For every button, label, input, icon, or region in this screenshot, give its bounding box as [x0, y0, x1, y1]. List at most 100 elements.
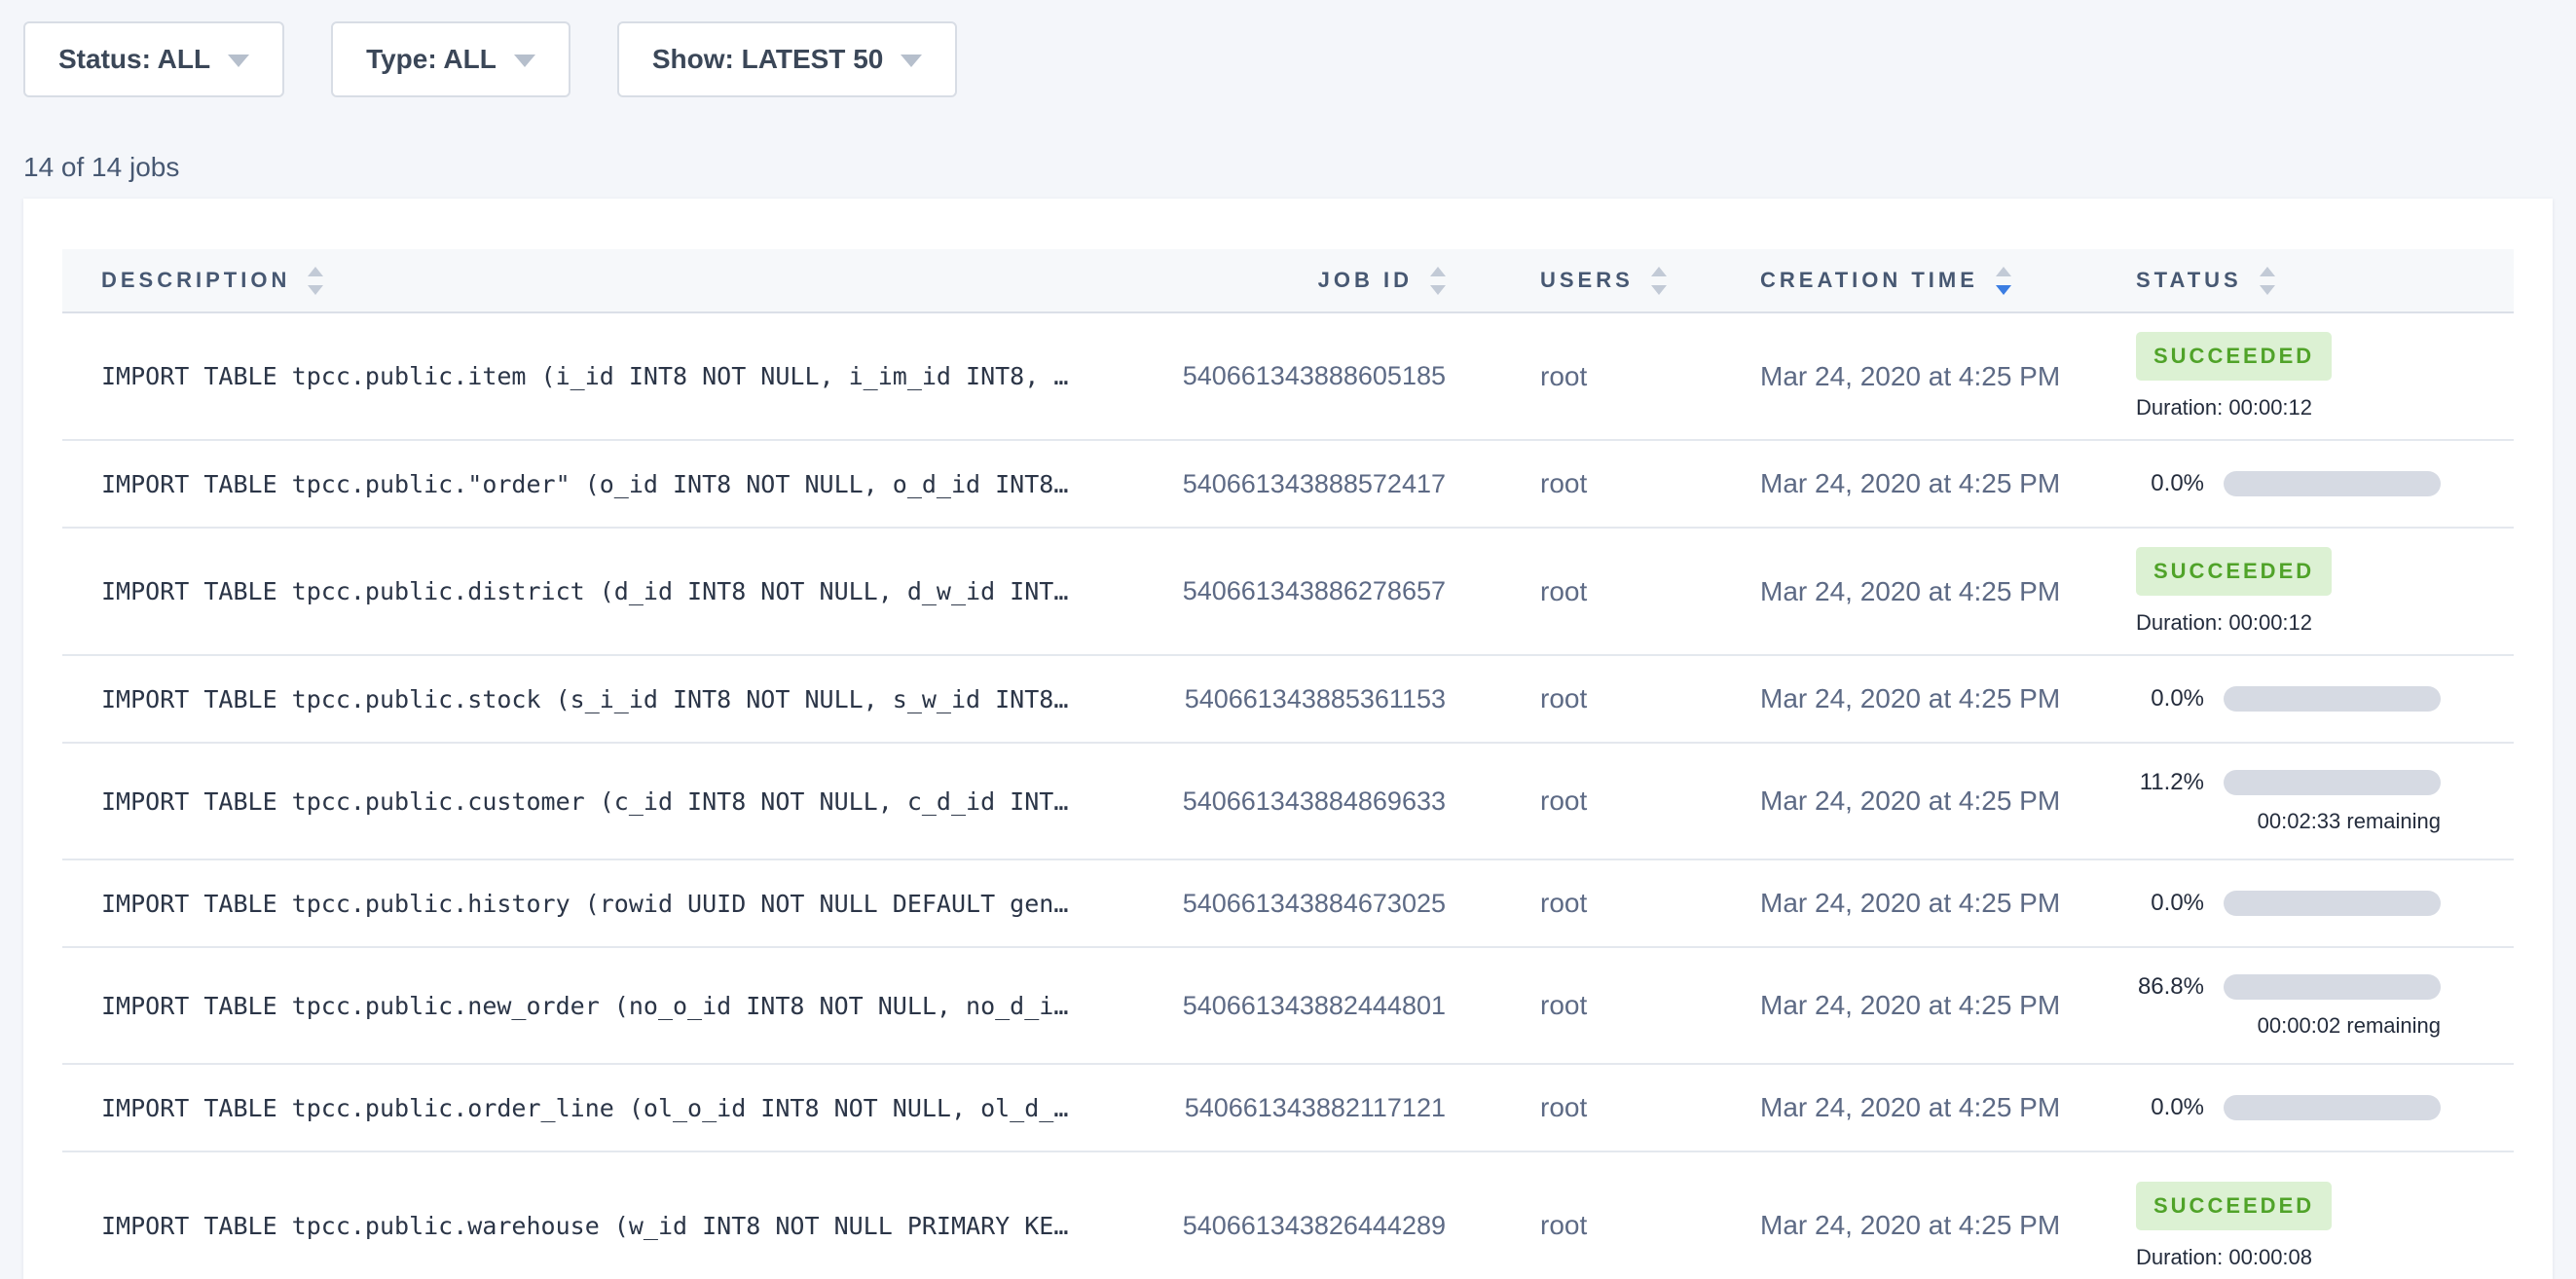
- job-id-cell: 540661343882117121: [1087, 1093, 1448, 1123]
- progress-row: 86.8%: [2136, 973, 2441, 1001]
- jobs-filter-bar: Status: ALL Type: ALL Show: LATEST 50: [0, 0, 2576, 97]
- status-filter-label: Status: ALL: [58, 44, 210, 75]
- column-header-status[interactable]: STATUS: [2066, 249, 2514, 311]
- job-creation-time-cell: Mar 24, 2020 at 4:25 PM: [1715, 361, 2066, 392]
- job-remaining-label: 00:02:33 remaining: [2136, 809, 2441, 834]
- table-row: IMPORT TABLE tpcc.public.new_order (no_o…: [62, 948, 2514, 1065]
- job-status-cell: 0.0%: [2066, 1078, 2514, 1137]
- chevron-down-icon: [228, 55, 249, 67]
- progress-bar: [2224, 471, 2441, 496]
- progress-bar: [2224, 891, 2441, 916]
- chevron-down-icon: [901, 55, 922, 67]
- column-header-label: CREATION TIME: [1760, 268, 1978, 293]
- progress-row: 0.0%: [2136, 470, 2441, 497]
- column-header-label: USERS: [1540, 268, 1634, 293]
- sort-asc-icon: [308, 267, 323, 276]
- type-filter-dropdown[interactable]: Type: ALL: [331, 21, 570, 97]
- column-header-label: JOB ID: [1318, 268, 1413, 293]
- sort-arrows: [2260, 267, 2275, 295]
- sort-arrows: [308, 267, 323, 295]
- jobs-table-header-row: DESCRIPTION JOB ID USERS CREATION TIME S…: [62, 249, 2514, 313]
- sort-asc-icon: [1430, 267, 1446, 276]
- progress-row: 11.2%: [2136, 769, 2441, 796]
- job-user-cell: root: [1448, 576, 1715, 607]
- job-status-cell: SUCCEEDEDDuration: 00:00:12: [2066, 531, 2514, 651]
- sort-asc-icon: [1651, 267, 1667, 276]
- job-description-cell: IMPORT TABLE tpcc.public.warehouse (w_id…: [62, 1212, 1087, 1240]
- table-row: IMPORT TABLE tpcc.public.item (i_id INT8…: [62, 313, 2514, 441]
- job-status-cell: 0.0%: [2066, 455, 2514, 513]
- job-id-cell: 540661343884673025: [1087, 889, 1448, 919]
- progress-row: 0.0%: [2136, 685, 2441, 713]
- jobs-count-label: 14 of 14 jobs: [23, 152, 2576, 183]
- progress-bar: [2224, 974, 2441, 1000]
- job-id-cell: 540661343884869633: [1087, 786, 1448, 817]
- job-user-cell: root: [1448, 888, 1715, 919]
- job-user-cell: root: [1448, 786, 1715, 817]
- sort-desc-icon: [2260, 285, 2275, 295]
- job-description-cell: IMPORT TABLE tpcc.public.stock (s_i_id I…: [62, 685, 1087, 713]
- job-user-cell: root: [1448, 683, 1715, 714]
- job-description-cell: IMPORT TABLE tpcc.public.history (rowid …: [62, 890, 1087, 918]
- column-header-job_id[interactable]: JOB ID: [1087, 249, 1448, 311]
- show-filter-label: Show: LATEST 50: [652, 44, 884, 75]
- job-id-cell: 540661343888572417: [1087, 469, 1448, 499]
- progress-row: 0.0%: [2136, 890, 2441, 917]
- job-status-cell: 86.8% 00:00:02 remaining: [2066, 958, 2514, 1054]
- job-user-cell: root: [1448, 1092, 1715, 1123]
- sort-arrows: [1996, 267, 2011, 295]
- job-remaining-label: 00:00:02 remaining: [2136, 1013, 2441, 1039]
- status-filter-dropdown[interactable]: Status: ALL: [23, 21, 284, 97]
- job-status-cell: SUCCEEDEDDuration: 00:00:12: [2066, 316, 2514, 436]
- job-creation-time-cell: Mar 24, 2020 at 4:25 PM: [1715, 468, 2066, 499]
- column-header-description[interactable]: DESCRIPTION: [62, 249, 1087, 311]
- table-row: IMPORT TABLE tpcc.public.order_line (ol_…: [62, 1065, 2514, 1152]
- job-creation-time-cell: Mar 24, 2020 at 4:25 PM: [1715, 1210, 2066, 1241]
- job-user-cell: root: [1448, 361, 1715, 392]
- job-description-cell: IMPORT TABLE tpcc.public.new_order (no_o…: [62, 992, 1087, 1020]
- jobs-table-body: IMPORT TABLE tpcc.public.item (i_id INT8…: [62, 313, 2514, 1279]
- sort-arrows: [1430, 267, 1446, 295]
- job-status-cell: SUCCEEDED Duration: 00:00:08: [2066, 1166, 2514, 1279]
- progress-percent-label: 11.2%: [2136, 769, 2204, 796]
- job-creation-time-cell: Mar 24, 2020 at 4:25 PM: [1715, 1092, 2066, 1123]
- table-row: IMPORT TABLE tpcc.public.history (rowid …: [62, 860, 2514, 948]
- job-user-cell: root: [1448, 468, 1715, 499]
- sort-desc-icon: [1430, 285, 1446, 295]
- job-status-cell: 0.0%: [2066, 670, 2514, 728]
- job-status-cell: 11.2% 00:02:33 remaining: [2066, 753, 2514, 850]
- status-badge: SUCCEEDED: [2136, 1182, 2332, 1230]
- job-description-cell: IMPORT TABLE tpcc.public.item (i_id INT8…: [62, 362, 1087, 390]
- column-header-label: DESCRIPTION: [101, 268, 290, 293]
- job-creation-time-cell: Mar 24, 2020 at 4:25 PM: [1715, 683, 2066, 714]
- table-row: IMPORT TABLE tpcc.public.customer (c_id …: [62, 744, 2514, 860]
- job-id-cell: 540661343888605185: [1087, 361, 1448, 391]
- table-row: IMPORT TABLE tpcc.public.district (d_id …: [62, 529, 2514, 656]
- job-description-cell: IMPORT TABLE tpcc.public."order" (o_id I…: [62, 470, 1087, 498]
- progress-percent-label: 0.0%: [2136, 685, 2204, 713]
- job-status-cell: 0.0%: [2066, 874, 2514, 932]
- job-id-cell: 540661343882444801: [1087, 991, 1448, 1021]
- table-row: IMPORT TABLE tpcc.public.warehouse (w_id…: [62, 1152, 2514, 1279]
- progress-percent-label: 86.8%: [2136, 973, 2204, 1001]
- chevron-down-icon: [514, 55, 535, 67]
- job-user-cell: root: [1448, 1210, 1715, 1241]
- sort-asc-icon: [1996, 267, 2011, 276]
- type-filter-label: Type: ALL: [366, 44, 497, 75]
- table-row: IMPORT TABLE tpcc.public."order" (o_id I…: [62, 441, 2514, 529]
- progress-bar: [2224, 686, 2441, 712]
- job-id-cell: 540661343886278657: [1087, 576, 1448, 606]
- job-duration-label: Duration: 00:00:12: [2136, 610, 2312, 636]
- job-duration-label: Duration: 00:00:08: [2136, 1245, 2312, 1270]
- job-description-cell: IMPORT TABLE tpcc.public.customer (c_id …: [62, 787, 1087, 816]
- progress-percent-label: 0.0%: [2136, 890, 2204, 917]
- progress-row: 0.0%: [2136, 1094, 2441, 1121]
- show-filter-dropdown[interactable]: Show: LATEST 50: [617, 21, 958, 97]
- sort-arrows: [1651, 267, 1667, 295]
- sort-desc-icon: [1651, 285, 1667, 295]
- column-header-users[interactable]: USERS: [1448, 249, 1715, 311]
- job-creation-time-cell: Mar 24, 2020 at 4:25 PM: [1715, 786, 2066, 817]
- job-creation-time-cell: Mar 24, 2020 at 4:25 PM: [1715, 888, 2066, 919]
- job-creation-time-cell: Mar 24, 2020 at 4:25 PM: [1715, 990, 2066, 1021]
- column-header-creation_time[interactable]: CREATION TIME: [1715, 249, 2066, 311]
